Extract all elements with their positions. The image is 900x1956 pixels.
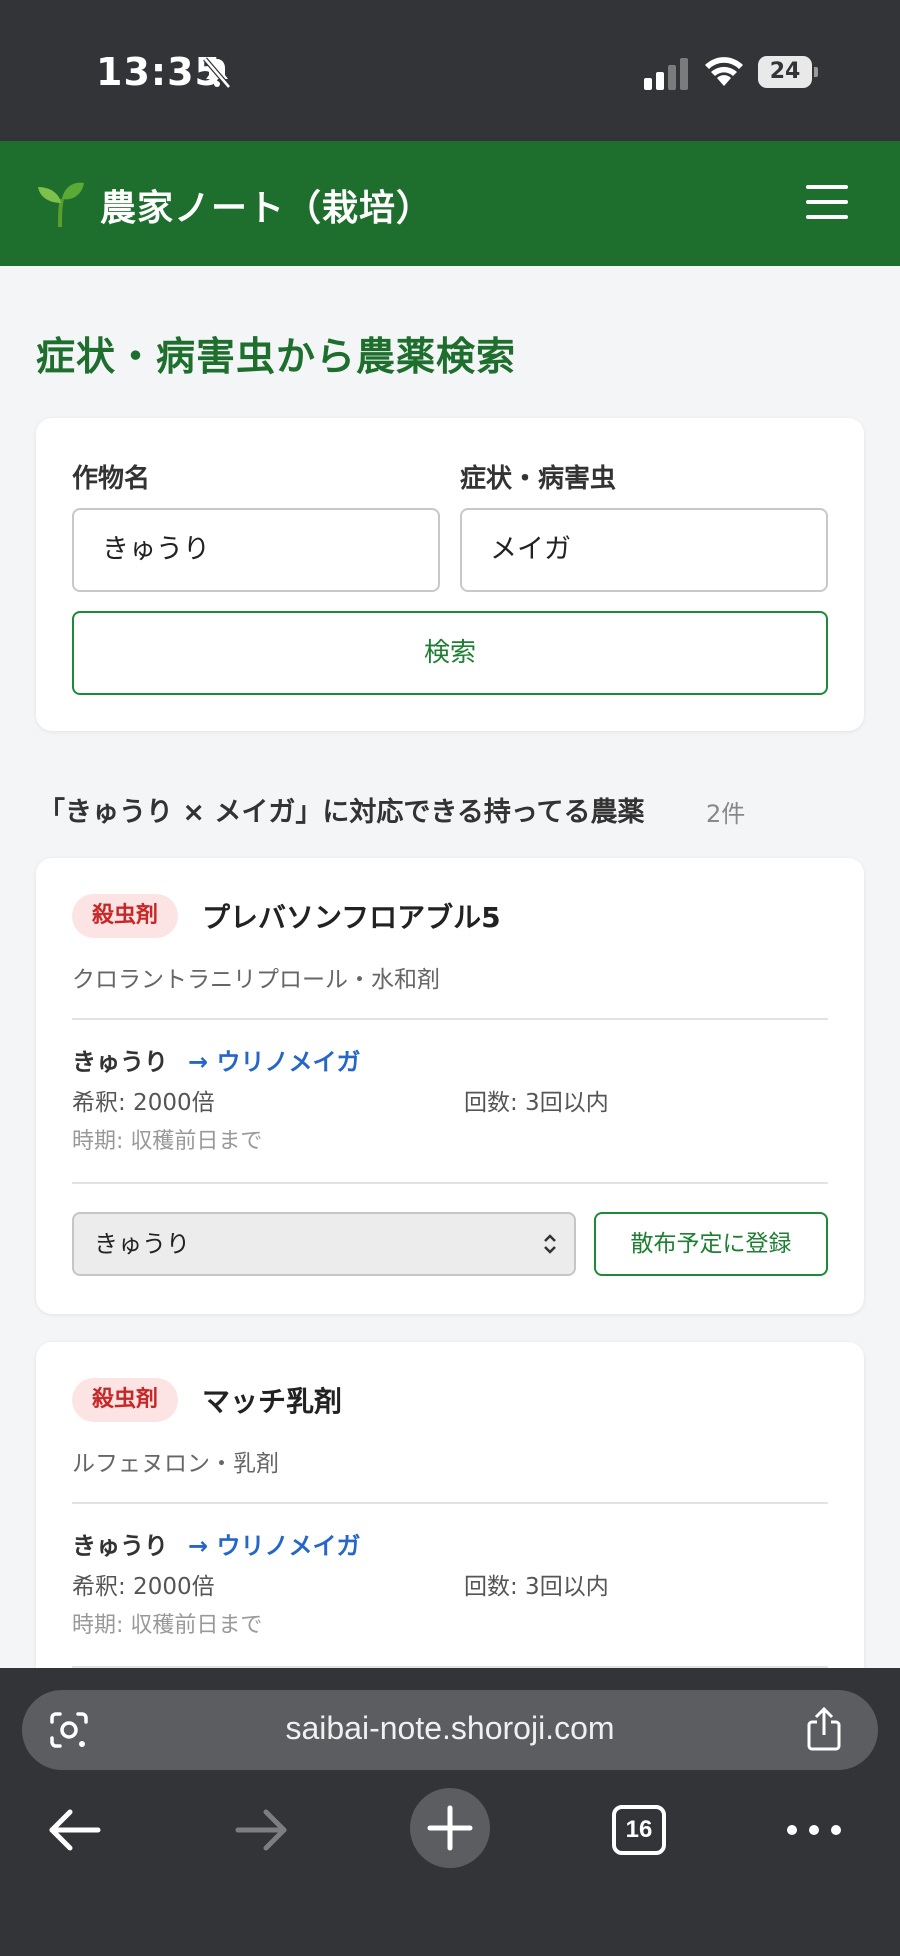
application-timing: 時期: 収穫前日まで [72, 1613, 263, 1638]
symptom-input[interactable]: メイガ [460, 508, 828, 592]
page-title: 症状・病害虫から農薬検索 [36, 335, 517, 380]
share-icon[interactable] [804, 1706, 844, 1752]
status-bar: 13:35 24 [0, 0, 900, 141]
results-heading: 「きゅうり × メイガ」に対応できる持ってる農薬 [38, 797, 645, 828]
product-card: 殺虫剤 プレバソンフロアブル5 クロラントラニリプロール・水和剤 きゅうり → … [36, 858, 864, 1314]
wifi-icon [705, 57, 743, 86]
plus-icon [427, 1805, 473, 1851]
crop-label: 作物名 [72, 464, 151, 494]
crop-select-value: きゅうり [94, 1230, 190, 1258]
tab-switcher-button[interactable]: 16 [612, 1805, 666, 1855]
browser-toolbar: saibai-note.shoroji.com 16 [0, 1668, 900, 1956]
dilution-rate: 希釈: 2000倍 [72, 1090, 215, 1116]
hamburger-menu-icon[interactable] [806, 185, 850, 221]
battery-level: 24 [758, 56, 812, 88]
results-count: 2件 [706, 800, 746, 828]
address-bar[interactable]: saibai-note.shoroji.com [22, 1690, 878, 1770]
battery-icon: 24 [758, 56, 818, 88]
more-options-icon[interactable] [784, 1820, 844, 1840]
bell-off-icon [203, 57, 231, 89]
product-card: 殺虫剤 マッチ乳剤 ルフェヌロン・乳剤 きゅうり → ウリノメイガ 希釈: 20… [36, 1342, 864, 1702]
application-times: 回数: 3回以内 [464, 1574, 609, 1600]
select-arrows-icon [544, 1234, 556, 1254]
product-name: マッチ乳剤 [202, 1385, 343, 1418]
crop-name: きゅうり [72, 1048, 168, 1076]
search-button[interactable]: 検索 [72, 611, 828, 695]
divider [72, 1182, 828, 1184]
category-badge: 殺虫剤 [72, 1378, 179, 1422]
target-pest-link[interactable]: → ウリノメイガ [188, 1042, 360, 1077]
cellular-signal-icon [644, 58, 688, 90]
product-ingredient: ルフェヌロン・乳剤 [72, 1451, 279, 1477]
application-timing: 時期: 収穫前日まで [72, 1129, 263, 1154]
back-arrow-icon[interactable] [46, 1808, 102, 1852]
url-text: saibai-note.shoroji.com [285, 1710, 615, 1746]
forward-arrow-icon[interactable] [234, 1808, 290, 1852]
product-name: プレバソンフロアブル5 [202, 901, 501, 934]
dilution-rate: 希釈: 2000倍 [72, 1574, 215, 1600]
sprout-icon [38, 182, 84, 227]
crop-select[interactable]: きゅうり [72, 1212, 576, 1276]
application-times: 回数: 3回以内 [464, 1090, 609, 1116]
divider [72, 1502, 828, 1504]
category-badge: 殺虫剤 [72, 894, 179, 938]
symptom-label: 症状・病害虫 [460, 464, 617, 494]
new-tab-button[interactable] [410, 1788, 490, 1868]
crop-name: きゅうり [72, 1532, 168, 1560]
target-pest-link[interactable]: → ウリノメイガ [188, 1526, 360, 1561]
search-form: 作物名 症状・病害虫 きゅうり メイガ 検索 [36, 418, 864, 731]
app-title: 農家ノート（栽培） [100, 188, 434, 229]
product-ingredient: クロラントラニリプロール・水和剤 [72, 967, 440, 993]
divider [72, 1018, 828, 1020]
register-schedule-button[interactable]: 散布予定に登録 [594, 1212, 828, 1276]
crop-input[interactable]: きゅうり [72, 508, 440, 592]
app-header: 農家ノート（栽培） [0, 141, 900, 266]
